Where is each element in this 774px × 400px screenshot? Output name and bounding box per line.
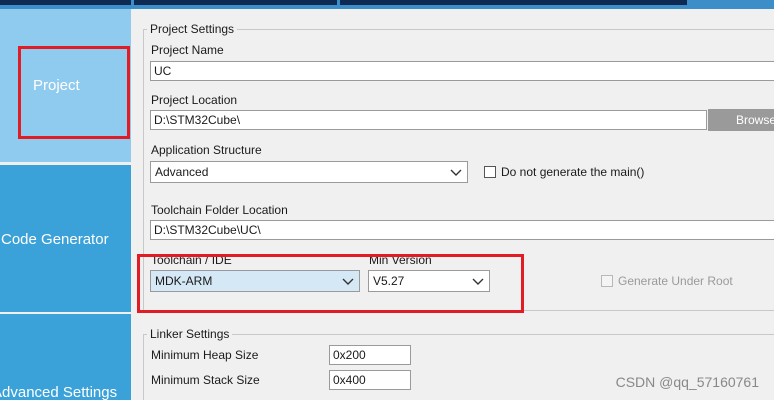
top-tab-segment[interactable] bbox=[134, 0, 337, 5]
project-name-input[interactable]: UC bbox=[150, 61, 774, 81]
min-stack-input[interactable]: 0x400 bbox=[329, 370, 411, 390]
project-name-label: Project Name bbox=[151, 43, 224, 57]
top-tab-segment[interactable] bbox=[340, 0, 687, 5]
application-structure-value: Advanced bbox=[155, 165, 209, 179]
project-location-input[interactable]: D:\STM32Cube\ bbox=[150, 110, 707, 130]
toolchain-folder-label: Toolchain Folder Location bbox=[151, 203, 288, 217]
chevron-down-icon bbox=[450, 169, 462, 176]
no-main-label: Do not generate the main() bbox=[501, 165, 645, 179]
watermark: CSDN @qq_57160761 bbox=[615, 374, 759, 390]
project-tab-highlight-box bbox=[18, 46, 130, 139]
nav-tab-advanced-settings[interactable]: Advanced Settings bbox=[0, 314, 131, 400]
application-structure-select[interactable]: Advanced bbox=[150, 161, 468, 183]
project-settings-legend: Project Settings bbox=[147, 22, 238, 36]
project-location-label: Project Location bbox=[151, 93, 238, 107]
project-settings-panel: Project Settings Project Name UC Project… bbox=[131, 9, 774, 400]
toolchain-folder-input[interactable]: D:\STM32Cube\UC\ bbox=[150, 220, 774, 240]
generate-under-root-label: Generate Under Root bbox=[618, 274, 733, 288]
browse-button[interactable]: Browse bbox=[708, 109, 774, 131]
generate-under-root-checkbox[interactable] bbox=[601, 275, 613, 287]
linker-settings-legend: Linker Settings bbox=[147, 327, 233, 341]
project-manager-window: Project Code Generator Advanced Settings… bbox=[0, 0, 774, 400]
nav-tab-code-generator[interactable]: Code Generator bbox=[0, 165, 131, 312]
min-heap-label: Minimum Heap Size bbox=[151, 348, 259, 362]
top-tab-strip bbox=[0, 0, 774, 9]
toolchain-highlight-box bbox=[137, 254, 524, 313]
application-structure-label: Application Structure bbox=[151, 143, 262, 157]
no-main-checkbox[interactable] bbox=[484, 166, 496, 178]
nav-tab-label: Advanced Settings bbox=[0, 384, 118, 400]
linker-settings-group bbox=[143, 334, 774, 400]
min-heap-input[interactable]: 0x200 bbox=[329, 345, 411, 365]
nav-tab-label: Code Generator bbox=[1, 231, 109, 248]
min-stack-label: Minimum Stack Size bbox=[151, 373, 260, 387]
top-tab-segment[interactable] bbox=[0, 0, 131, 5]
